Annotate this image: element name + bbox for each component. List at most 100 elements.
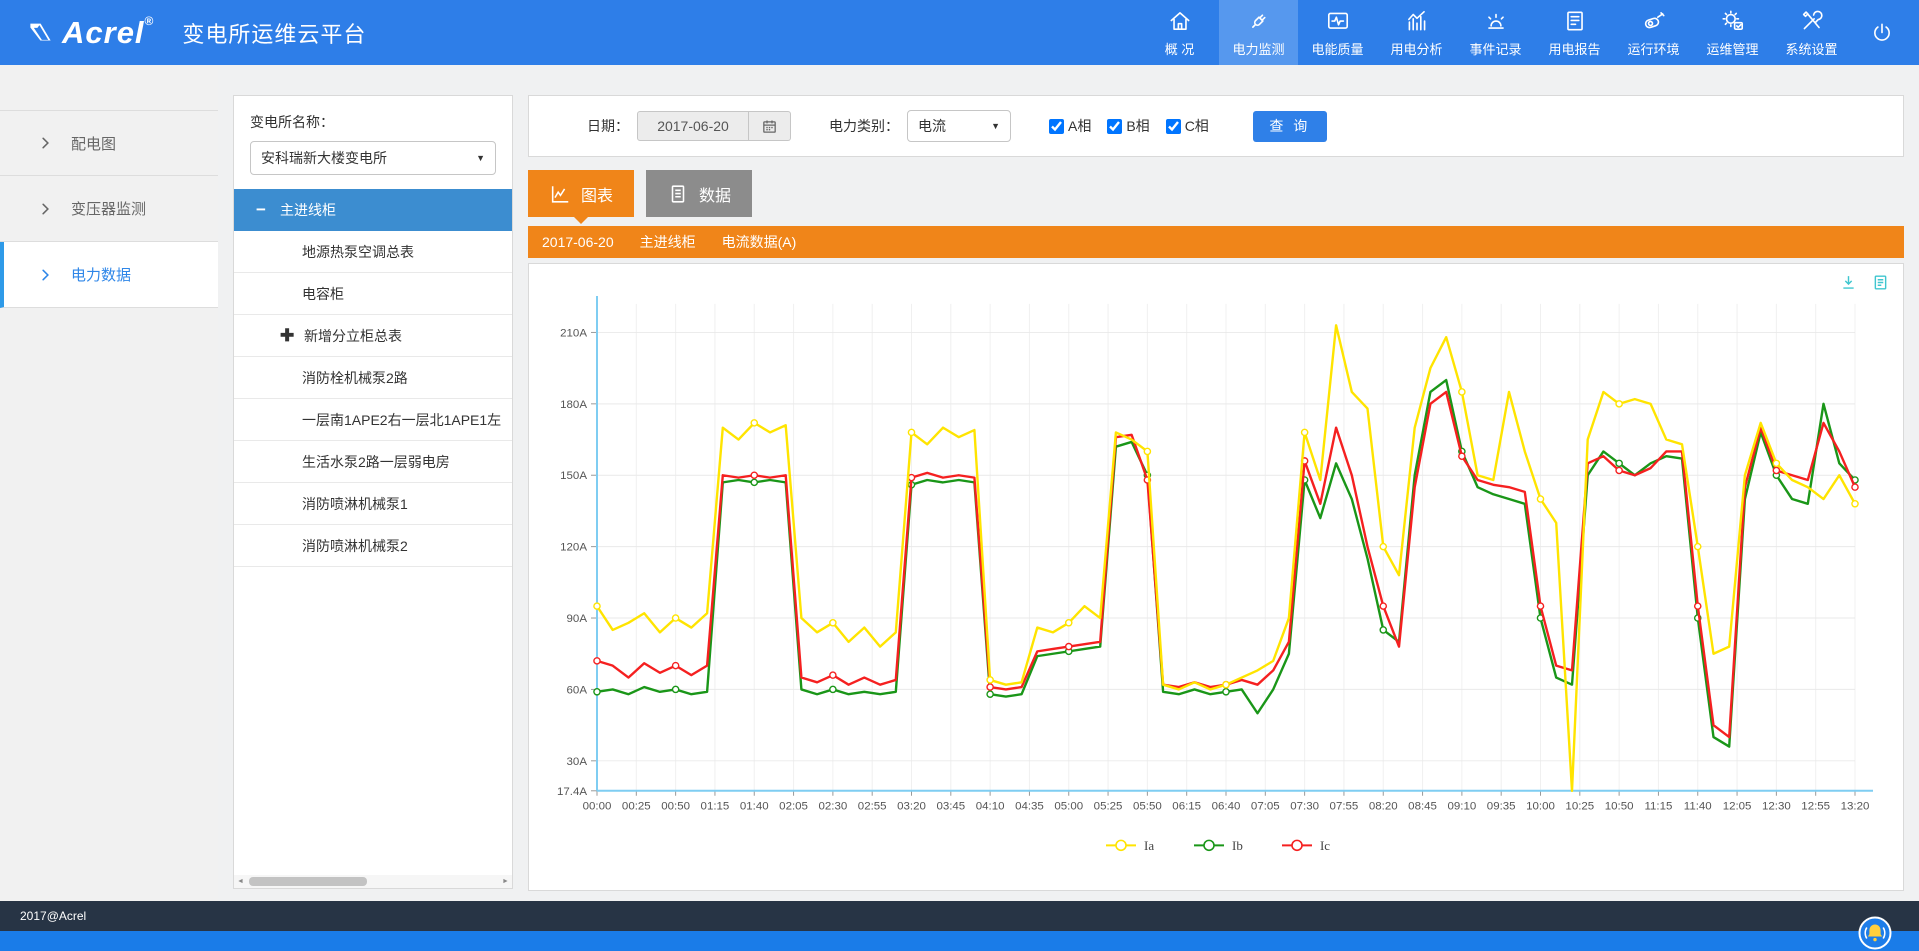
tree-item-3[interactable]: 电容柜 [234,273,512,315]
category-select[interactable]: 电流 ▼ [907,110,1011,142]
report-document-icon [1562,8,1588,34]
data-point-Ib[interactable] [1380,627,1386,633]
x-tick-label: 01:40 [740,801,769,813]
tree-item-8[interactable]: 消防喷淋机械泵1 [234,483,512,525]
data-point-Ic[interactable] [1380,603,1386,609]
data-point-Ic[interactable] [1616,467,1622,473]
data-point-Ia[interactable] [1066,620,1072,626]
data-point-Ic[interactable] [830,672,836,678]
data-point-Ic[interactable] [1537,603,1543,609]
tree-item-2[interactable]: 地源热泵空调总表 [234,231,512,273]
phase-checkbox-3[interactable]: C相 [1166,116,1209,136]
legend-item-Ic[interactable]: Ic [1282,838,1330,853]
station-select[interactable]: 安科瑞新大楼变电所 ▼ [250,141,496,175]
data-point-Ia[interactable] [830,620,836,626]
data-point-Ib[interactable] [751,479,757,485]
data-point-Ia[interactable] [673,615,679,621]
phase-checkbox-1[interactable]: A相 [1049,116,1091,136]
phase-checkbox-2[interactable]: B相 [1107,116,1149,136]
sidebar-item-3[interactable]: 电力数据 [0,242,218,308]
sidebar-item-1[interactable]: 配电图 [0,110,218,176]
data-point-Ia[interactable] [1852,501,1858,507]
tree-item-6[interactable]: 一层南1APE2右一层北1APE1左 [234,399,512,441]
tab-chart[interactable]: 图表 [528,170,634,217]
data-point-Ib[interactable] [1616,460,1622,466]
checkbox-input[interactable] [1107,119,1122,134]
tab-chart-label: 图表 [581,182,613,206]
nav-item-4[interactable]: 用电分析 [1377,0,1456,65]
nav-item-3[interactable]: 电能质量 [1298,0,1377,65]
tools-icon [1799,8,1825,34]
data-point-Ic[interactable] [673,663,679,669]
tab-data[interactable]: 数据 [646,170,752,217]
data-point-Ic[interactable] [1066,644,1072,650]
checkbox-input[interactable] [1166,119,1181,134]
data-point-Ia[interactable] [1537,496,1543,502]
download-icon[interactable] [1839,273,1858,292]
caret-down-icon: ▼ [476,153,485,163]
tree-item-7[interactable]: 生活水泵2路一层弱电房 [234,441,512,483]
data-point-Ia[interactable] [594,603,600,609]
legend-item-Ib[interactable]: Ib [1194,838,1243,853]
scrollbar-left-arrow-icon[interactable]: ◄ [234,878,247,885]
notification-bell-icon[interactable] [1857,915,1893,951]
data-point-Ic[interactable] [1773,467,1779,473]
checkbox-label: A相 [1068,116,1091,136]
data-point-Ib[interactable] [1223,689,1229,695]
nav-item-5[interactable]: 事件记录 [1456,0,1535,65]
data-point-Ia[interactable] [1616,401,1622,407]
nav-item-6[interactable]: 用电报告 [1535,0,1614,65]
tree-item-4[interactable]: ✚新增分立柜总表 [234,315,512,357]
data-point-Ic[interactable] [594,658,600,664]
data-point-Ia[interactable] [1380,544,1386,550]
date-input[interactable] [637,111,749,141]
filter-bar: 日期： 电力类别： 电流 ▼ A相B相C相 查 询 [528,95,1904,157]
query-button[interactable]: 查 询 [1253,111,1327,142]
sidebar-item-2[interactable]: 变压器监测 [0,176,218,242]
data-point-Ib[interactable] [830,686,836,692]
data-point-Ic[interactable] [908,475,914,481]
current-line-chart[interactable]: 00:0000:2500:5001:1501:4002:0502:3002:55… [533,290,1899,886]
nav-item-8[interactable]: 运维管理 [1693,0,1772,65]
x-tick-label: 00:00 [583,801,612,813]
export-table-icon[interactable] [1871,273,1890,292]
data-point-Ic[interactable] [1852,484,1858,490]
data-point-Ia[interactable] [987,677,993,683]
data-point-Ia[interactable] [1144,448,1150,454]
data-point-Ia[interactable] [1773,460,1779,466]
logout-button[interactable] [1851,0,1913,65]
tree-item-label: 消防栓机械泵2路 [302,370,408,386]
data-point-Ib[interactable] [987,691,993,697]
data-point-Ic[interactable] [987,684,993,690]
nav-item-7[interactable]: 运行环境 [1614,0,1693,65]
data-point-Ia[interactable] [1695,544,1701,550]
data-point-Ib[interactable] [673,686,679,692]
tree-item-5[interactable]: 消防栓机械泵2路 [234,357,512,399]
tree-horizontal-scrollbar[interactable]: ◄ ► [234,875,512,888]
data-point-Ia[interactable] [1223,682,1229,688]
calendar-icon [761,118,778,135]
x-tick-label: 08:20 [1369,801,1398,813]
data-point-Ia[interactable] [908,429,914,435]
tree-item-1[interactable]: −主进线柜 [234,189,512,231]
checkbox-input[interactable] [1049,119,1064,134]
nav-item-2[interactable]: 电力监测 [1219,0,1298,65]
calendar-button[interactable] [749,111,791,141]
legend-label: Ib [1232,838,1243,853]
legend-item-Ia[interactable]: Ia [1106,838,1154,853]
scrollbar-right-arrow-icon[interactable]: ► [499,878,512,885]
data-point-Ic[interactable] [1459,453,1465,459]
data-point-Ic[interactable] [1695,603,1701,609]
data-point-Ia[interactable] [1302,429,1308,435]
data-point-Ib[interactable] [594,689,600,695]
data-point-Ia[interactable] [751,420,757,426]
nav-item-9[interactable]: 系统设置 [1772,0,1851,65]
data-point-Ia[interactable] [1459,389,1465,395]
station-name-label: 变电所名称： [250,112,496,132]
data-point-Ic[interactable] [751,472,757,478]
collapse-minus-icon[interactable]: − [256,189,280,231]
expand-plus-icon[interactable]: ✚ [280,315,304,357]
tree-item-9[interactable]: 消防喷淋机械泵2 [234,525,512,567]
scrollbar-thumb[interactable] [249,877,367,886]
nav-item-1[interactable]: 概 况 [1140,0,1219,65]
